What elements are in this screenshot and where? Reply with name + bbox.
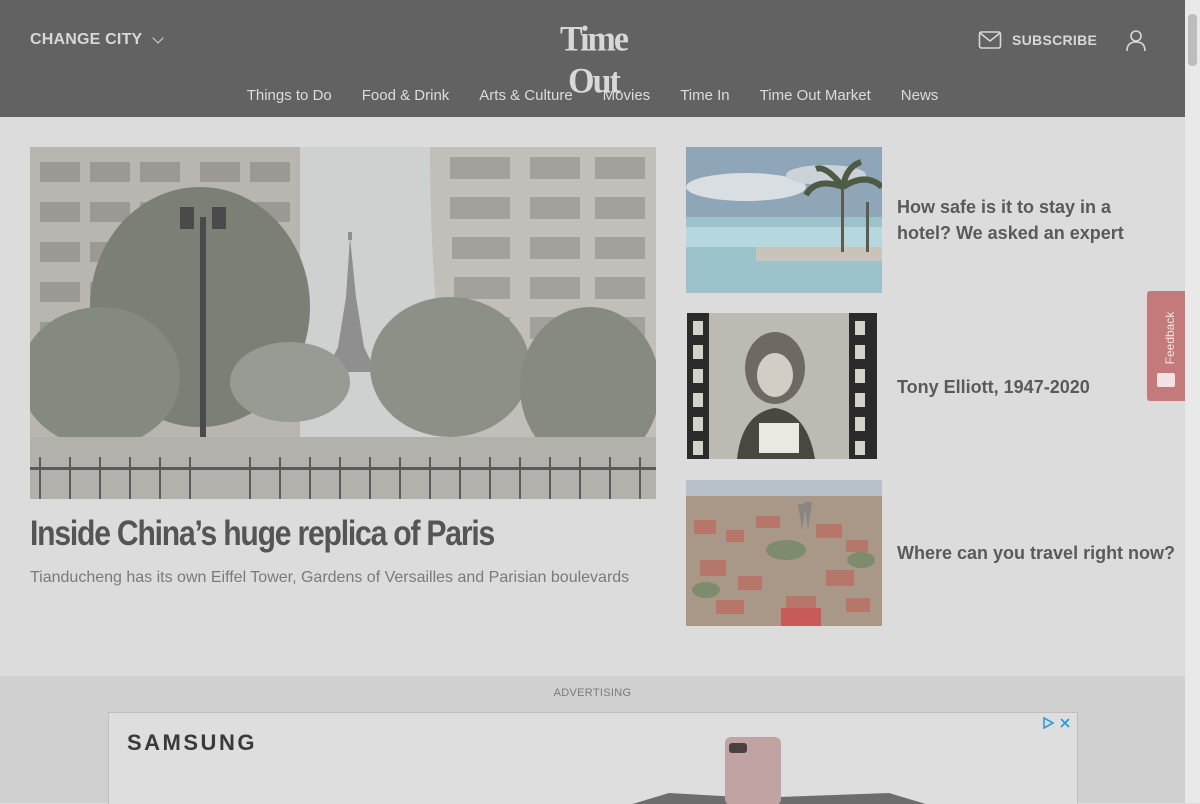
story-title-hotel[interactable]: How safe is it to stay in a hotel? We as… [897,194,1167,246]
main-nav: Things to Do Food & Drink Arts & Culture… [0,86,1185,106]
story-title-tony-elliott[interactable]: Tony Elliott, 1947-2020 [897,374,1167,400]
feedback-tab[interactable]: Feedback [1147,291,1185,401]
story-title-travel[interactable]: Where can you travel right now? [897,540,1177,566]
site-header: CHANGE CITY Time Out SUBSCRIBE Things to… [0,0,1185,117]
time-out-logo[interactable]: Time Out [546,19,641,101]
ad-banner[interactable]: SAMSUNG [108,712,1078,804]
feedback-label: Feedback [1163,311,1177,365]
story-image-travel[interactable] [686,480,882,626]
close-icon[interactable] [1059,717,1071,729]
ad-brand-name: SAMSUNG [127,730,257,755]
hero-subtitle: Tianducheng has its own Eiffel Tower, Ga… [30,569,630,586]
change-city-label: CHANGE CITY [30,31,143,48]
ad-controls [1041,715,1071,731]
feedback-icon [1157,373,1175,387]
user-icon[interactable] [1124,28,1148,52]
nav-food-drink[interactable]: Food & Drink [362,86,450,106]
nav-news[interactable]: News [901,86,939,106]
chevron-down-icon [152,31,165,44]
nav-time-in[interactable]: Time In [680,86,729,106]
subscribe-label: SUBSCRIBE [1012,32,1098,48]
nav-arts-culture[interactable]: Arts & Culture [479,86,572,106]
hero-image[interactable] [30,147,656,499]
subscribe-button[interactable]: SUBSCRIBE [978,28,1097,52]
page-scrollbar[interactable] [1185,0,1200,803]
hero-title[interactable]: Inside China’s huge replica of Paris [30,512,568,556]
nav-time-out-market[interactable]: Time Out Market [760,86,871,106]
advertising-label: ADVERTISING [553,687,632,699]
nav-things-to-do[interactable]: Things to Do [247,86,332,106]
ad-product-image [632,737,926,804]
change-city-button[interactable]: CHANGE CITY [30,30,165,50]
ad-choices-icon[interactable] [1042,717,1054,729]
story-image-hotel[interactable] [686,147,882,293]
scrollbar-thumb[interactable] [1188,14,1197,66]
story-image-tony-elliott[interactable] [687,313,877,459]
mail-icon [978,31,1002,49]
nav-movies[interactable]: Movies [603,86,651,106]
